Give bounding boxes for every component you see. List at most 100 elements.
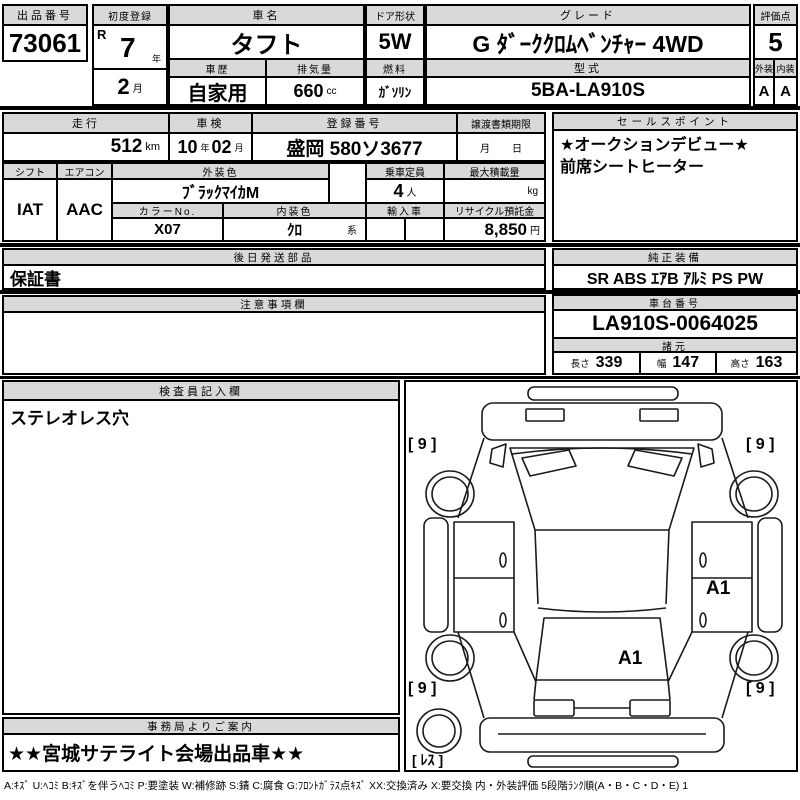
chassis-no-box: 車台番号 LA910S-0064025 諸元 長さ 339 幅 147 高さ 1… [552, 294, 798, 375]
later-parts-label: 後日発送部品 [4, 250, 544, 266]
oem-equipment-label: 純正装備 [554, 250, 796, 266]
interior-color-label: 内装色 [224, 204, 367, 219]
transfer-deadline-label: 譲渡書類期限 [458, 114, 544, 134]
spec-width-value: 147 [672, 354, 700, 371]
score-box: 評価点 5 外装 内装 A A [753, 4, 798, 106]
car-name-value: タフト [170, 26, 363, 60]
damage-mark-door: A1 [706, 578, 731, 599]
first-reg-year: 7 [120, 32, 136, 63]
displacement-label: 排気量 [267, 60, 363, 78]
inspector-notes-label: 検査員記入欄 [4, 382, 398, 401]
auction-no-box: 出品番号 73061 [2, 4, 88, 62]
auction-sheet: 出品番号 73061 初度登録 R 7 年 2 月 車名 タフト 車歴 排気量 … [0, 0, 800, 800]
office-announcement-value: ★★宮城サテライト会場出品車★★ [8, 744, 305, 765]
mileage-value: 512 [110, 136, 143, 157]
first-registration-label: 初度登録 [94, 6, 166, 26]
car-name-label: 車名 [170, 6, 363, 26]
recycle-deposit-label: リサイクル預託金 [445, 204, 544, 219]
transfer-day-unit: 日 [512, 143, 522, 155]
mileage-unit: km [145, 141, 160, 153]
transfer-month-unit: 月 [480, 143, 490, 155]
history-label: 車歴 [170, 60, 267, 78]
info-row2-box: シフト エアコン IAT AAC 外装色 乗車定員 最大積載量 ﾌﾞﾗｯｸﾏｲｶ… [2, 162, 546, 242]
tire-depth-rear-right: [ 9 ] [746, 680, 775, 697]
first-registration-box: 初度登録 R 7 年 2 月 [92, 4, 168, 106]
color-no-label: カラーNo. [113, 204, 224, 219]
interior-grade-value: A [780, 82, 791, 100]
mileage-label: 走行 [4, 114, 170, 134]
import-value-b [406, 219, 445, 240]
model-code-label: 型式 [427, 60, 749, 78]
car-diagram-box: [ 9 ] [ 9 ] [ 9 ] [ 9 ] A1 A1 [ ﾚｽ ] [404, 380, 798, 772]
score-value: 5 [755, 26, 796, 60]
spec-width-label: 幅 [656, 359, 667, 370]
sales-point-box: セールスポイント ★オークションデビュー★ 前席シートヒーター [552, 112, 798, 242]
exterior-color-value: ﾌﾞﾗｯｸﾏｲｶM [113, 180, 330, 204]
auction-no-value: 73061 [8, 27, 82, 58]
oem-equipment-box: 純正装備 SR ABS ｴｱB ｱﾙﾐ PS PW [552, 248, 798, 290]
recycle-deposit-unit: 円 [530, 226, 540, 237]
notice-box: 注意事項欄 [2, 295, 546, 375]
tire-depth-front-right: [ 9 ] [746, 436, 775, 453]
grade-label: グレード [427, 6, 749, 26]
color-no-value: X07 [113, 219, 224, 240]
displacement-unit: cc [326, 85, 337, 97]
registration-no-label: 登録番号 [253, 114, 458, 134]
inspector-notes-box: 検査員記入欄 ステレオレス穴 [2, 380, 400, 715]
later-parts-box: 後日発送部品 保証書 [2, 248, 546, 290]
spec-height-label: 高さ [730, 359, 750, 370]
legend-text: A:ｷｽﾞ U:ﾍｺﾐ B:ｷｽﾞを伴うﾍｺﾐ P:要塗装 W:補修跡 S:錆 … [4, 780, 689, 792]
aircon-value: AAC [58, 180, 113, 240]
first-reg-month-unit: 月 [132, 83, 143, 95]
grade-value: G ﾀﾞｰｸｸﾛﾑﾍﾞﾝﾁｬｰ 4WD [427, 26, 749, 60]
import-label: 輸入車 [367, 204, 445, 219]
inspection-month-unit: 月 [234, 142, 244, 153]
car-outline-diagram [416, 386, 783, 768]
exterior-grade-label: 外装 [755, 60, 775, 78]
section-divider [0, 376, 800, 379]
first-reg-era: R [97, 27, 107, 42]
interior-color-value: ｸﾛ [286, 222, 302, 239]
capacity-value: 4 [393, 180, 404, 201]
specs-label: 諸元 [554, 339, 796, 353]
spec-length-label: 長さ [570, 359, 590, 370]
aircon-label: エアコン [58, 164, 113, 180]
inspector-notes-value: ステレオレス穴 [10, 409, 129, 428]
recycle-deposit-value: 8,850 [484, 219, 527, 239]
import-value-a [367, 219, 406, 240]
model-code-value: 5BA-LA910S [530, 80, 646, 101]
spec-height-value: 163 [755, 354, 783, 371]
displacement-value: 660 [293, 80, 324, 101]
history-value: 自家用 [170, 78, 267, 104]
first-reg-year-unit: 年 [151, 54, 161, 64]
oem-equipment-value: SR ABS ｴｱB ｱﾙﾐ PS PW [586, 271, 764, 288]
info-row1-box: 走行 512 km 車検 10 年 02 月 登録番号 盛岡 580ソ3677 … [2, 112, 546, 162]
sales-point-line2: 前席シートヒーター [560, 159, 705, 177]
sales-point-line1: ★オークションデビュー★ [560, 137, 749, 154]
spec-length-value: 339 [595, 354, 623, 371]
interior-grade-label: 内装 [775, 60, 796, 78]
score-label: 評価点 [755, 6, 796, 26]
office-announcement-label: 事務局よりご案内 [4, 719, 398, 735]
notice-label: 注意事項欄 [4, 297, 544, 313]
door-shape-label: ドア形状 [367, 6, 423, 26]
door-shape-box: ドア形状 5W 燃料 ｶﾞｿﾘﾝ [365, 4, 425, 106]
section-divider [0, 106, 800, 110]
section-divider [0, 243, 800, 247]
tire-depth-front-left: [ 9 ] [408, 436, 437, 453]
inspection-year: 10 [177, 136, 198, 157]
car-name-box: 車名 タフト 車歴 排気量 自家用 660 cc [168, 4, 365, 106]
shift-value: IAT [4, 180, 58, 240]
notice-value [4, 313, 544, 373]
later-parts-value: 保証書 [10, 269, 61, 289]
shift-label: シフト [4, 164, 58, 180]
exterior-color-extra-cell [330, 164, 367, 204]
auction-no-label: 出品番号 [4, 6, 86, 26]
payload-unit: kg [527, 185, 538, 197]
inspection-year-unit: 年 [200, 142, 210, 153]
grade-box: グレード G ﾀﾞｰｸｸﾛﾑﾍﾞﾝﾁｬｰ 4WD 型式 5BA-LA910S [425, 4, 751, 106]
damage-mark-rear: A1 [618, 648, 643, 669]
door-shape-value: 5W [367, 26, 423, 60]
tire-depth-rear-left: [ 9 ] [408, 680, 437, 697]
exterior-grade-value: A [755, 78, 775, 104]
